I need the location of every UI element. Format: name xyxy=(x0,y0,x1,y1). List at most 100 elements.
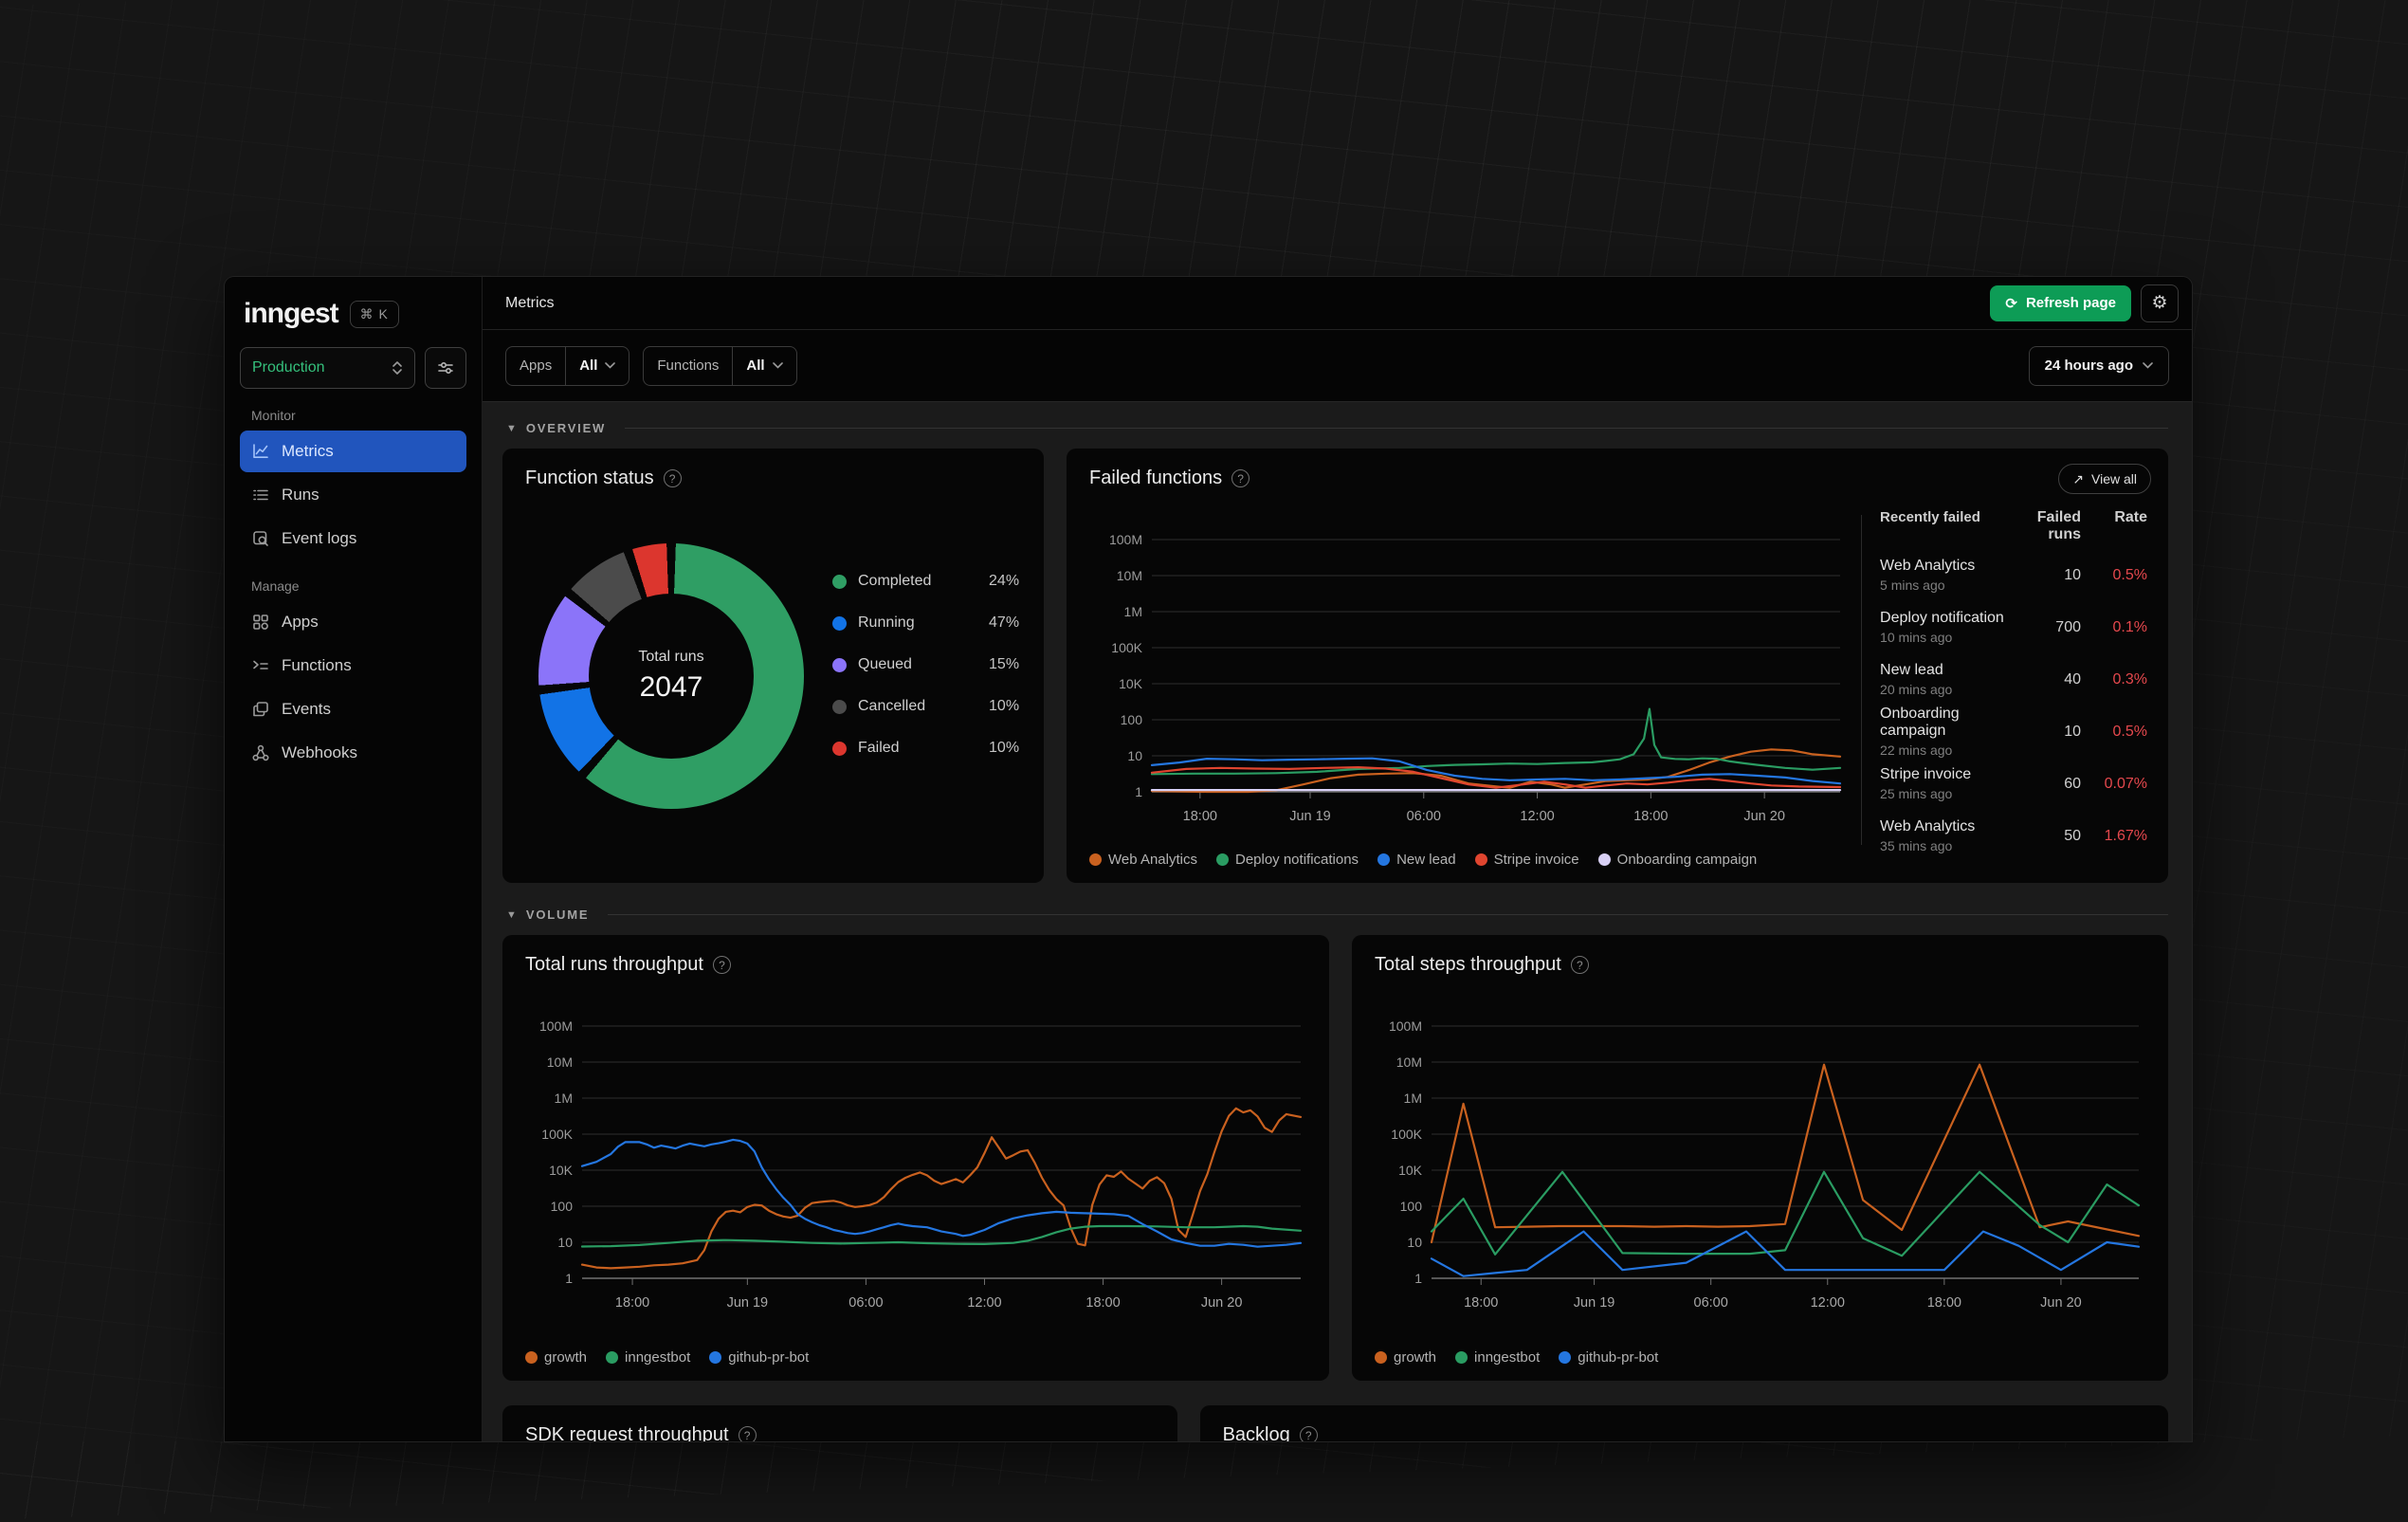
command-k-shortcut[interactable]: ⌘ K xyxy=(349,300,399,328)
failed-function-name: Web Analytics xyxy=(1880,558,1976,574)
sidebar-item-events[interactable]: Events xyxy=(240,688,466,730)
refresh-page-button[interactable]: ⟳ Refresh page xyxy=(1990,284,2131,321)
legend-dot xyxy=(832,699,847,714)
legend-label: github-pr-bot xyxy=(728,1349,810,1366)
failed-function-row[interactable]: Web Analytics 5 mins ago 10 0.5% xyxy=(1880,549,2147,601)
legend-label: Cancelled xyxy=(858,698,926,714)
failed-functions-title: Failed functions xyxy=(1089,468,1223,488)
arrow-up-right-icon: ↗ xyxy=(2072,470,2084,486)
failed-function-time: 25 mins ago xyxy=(1880,786,1953,801)
help-icon[interactable]: ? xyxy=(1299,1426,1318,1441)
backlog-title: Backlog xyxy=(1222,1424,1290,1441)
status-legend-item: Failed 10% xyxy=(832,727,1019,769)
functions-icon xyxy=(251,656,270,675)
svg-text:18:00: 18:00 xyxy=(1464,1295,1498,1311)
legend-label: growth xyxy=(1394,1349,1437,1366)
failed-rate-value: 0.5% xyxy=(2112,723,2147,740)
total-steps-chart: 100M 10M 1M 100K 10K 100 10 1 18:00 Jun 19 06:00 12… xyxy=(1365,1009,2152,1327)
sliders-icon xyxy=(438,362,453,375)
failed-function-row[interactable]: Stripe invoice 25 mins ago 60 0.07% xyxy=(1880,758,2147,810)
legend-dot xyxy=(709,1351,722,1364)
failed-function-row[interactable]: New lead 20 mins ago 40 0.3% xyxy=(1880,653,2147,706)
overview-section-header[interactable]: ▼ OVERVIEW xyxy=(506,421,2168,435)
failed-functions-card: Failed functions ? ↗ View all 100M 10M 1M 1… xyxy=(1067,449,2168,883)
section-divider xyxy=(608,914,2168,915)
environment-value: Production xyxy=(252,359,325,376)
failed-function-row[interactable]: Web Analytics 35 mins ago 50 1.67% xyxy=(1880,810,2147,862)
svg-text:Jun 20: Jun 20 xyxy=(1743,809,1785,824)
total-steps-title: Total steps throughput xyxy=(1375,954,1561,975)
environment-select[interactable]: Production xyxy=(240,347,415,389)
col-recently-failed: Recently failed xyxy=(1880,509,1980,525)
legend-percent: 10% xyxy=(989,740,1020,756)
donut-center-value: 2047 xyxy=(639,671,703,703)
chevron-down-icon xyxy=(772,362,783,369)
view-all-button[interactable]: ↗ View all xyxy=(2058,464,2151,494)
svg-text:10M: 10M xyxy=(547,1054,573,1070)
total-steps-throughput-card: Total steps throughput ? 100M 10M 1M 100K 10… xyxy=(1352,935,2168,1381)
sidebar-item-webhooks[interactable]: Webhooks xyxy=(240,732,466,774)
svg-text:1: 1 xyxy=(1414,1271,1422,1286)
main-area: Metrics ⟳ Refresh page ⚙ Apps All Functi… xyxy=(483,277,2192,1441)
svg-text:Jun 20: Jun 20 xyxy=(2040,1295,2082,1311)
failed-rate-value: 0.5% xyxy=(2112,566,2147,583)
total-runs-chart: 100M 10M 1M 100K 10K 100 10 1 18:00 Jun 19 06:00 12… xyxy=(516,1009,1314,1327)
sidebar-item-label: Events xyxy=(282,700,331,718)
chart-legend-item: New lead xyxy=(1377,852,1456,868)
svg-text:10: 10 xyxy=(557,1235,573,1250)
time-range-value: 24 hours ago xyxy=(2044,358,2133,374)
collapse-triangle-icon: ▼ xyxy=(506,908,517,921)
legend-dot xyxy=(1559,1351,1572,1364)
svg-text:10: 10 xyxy=(1127,748,1142,763)
sidebar-item-metrics[interactable]: Metrics xyxy=(240,431,466,472)
environment-filter-button[interactable] xyxy=(425,347,466,389)
failed-runs-value: 50 xyxy=(2064,827,2081,844)
help-icon[interactable]: ? xyxy=(712,956,731,974)
sidebar-item-runs[interactable]: Runs xyxy=(240,474,466,516)
time-range-select[interactable]: 24 hours ago xyxy=(2028,345,2169,386)
legend-label: Stripe invoice xyxy=(1493,852,1579,868)
svg-text:100K: 100K xyxy=(541,1127,573,1142)
svg-text:10M: 10M xyxy=(1117,568,1142,583)
recently-failed-rows: Web Analytics 5 mins ago 10 0.5% Deploy … xyxy=(1880,549,2147,862)
failed-rate-value: 1.67% xyxy=(2104,827,2147,844)
sidebar-item-event-logs[interactable]: Event logs xyxy=(240,518,466,559)
svg-text:06:00: 06:00 xyxy=(1407,809,1441,824)
failed-function-row[interactable]: Onboarding campaign 22 mins ago 10 0.5% xyxy=(1880,706,2147,758)
svg-text:Jun 19: Jun 19 xyxy=(1289,809,1331,824)
help-icon[interactable]: ? xyxy=(1570,956,1589,974)
help-icon[interactable]: ? xyxy=(1231,469,1250,487)
sidebar-item-apps[interactable]: Apps xyxy=(240,601,466,643)
legend-label: Web Analytics xyxy=(1108,852,1197,868)
backlog-card: Backlog ? xyxy=(1199,1405,2168,1441)
volume-section-header[interactable]: ▼ VOLUME xyxy=(506,908,2168,922)
svg-text:10M: 10M xyxy=(1396,1054,1422,1070)
settings-button[interactable]: ⚙ xyxy=(2141,284,2179,322)
svg-text:100: 100 xyxy=(551,1199,574,1214)
functions-filter[interactable]: Functions All xyxy=(643,345,797,386)
legend-dot xyxy=(1377,853,1391,866)
help-icon[interactable]: ? xyxy=(663,469,682,487)
chevron-down-icon xyxy=(2143,362,2153,369)
sidebar-item-functions[interactable]: Functions xyxy=(240,645,466,687)
vertical-divider xyxy=(1861,515,1863,845)
legend-dot xyxy=(1375,1351,1387,1364)
legend-dot xyxy=(525,1351,538,1364)
total-steps-legend: growth inngestbot github-pr-bot xyxy=(1375,1349,1658,1366)
failed-functions-linechart: 100M 10M 1M 100K 10K 100 10 1 18:00 Jun 19 06:00 12… xyxy=(1109,532,1842,824)
legend-label: Failed xyxy=(858,740,900,756)
legend-percent: 15% xyxy=(989,656,1020,672)
help-icon[interactable]: ? xyxy=(738,1426,757,1441)
page-title: Metrics xyxy=(505,294,555,311)
legend-label: growth xyxy=(544,1349,588,1366)
failed-function-row[interactable]: Deploy notification 10 mins ago 700 0.1% xyxy=(1880,601,2147,653)
chart-legend-item: Deploy notifications xyxy=(1215,852,1359,868)
functions-filter-value: All xyxy=(746,358,765,374)
svg-text:1: 1 xyxy=(1135,784,1142,799)
failed-function-name: Onboarding campaign xyxy=(1880,706,1960,739)
metrics-icon xyxy=(251,442,270,461)
sdk-request-throughput-card: SDK request throughput ? xyxy=(502,1405,1177,1441)
collapse-triangle-icon: ▼ xyxy=(506,422,517,434)
apps-filter[interactable]: Apps All xyxy=(505,345,630,386)
section-divider xyxy=(625,428,2168,429)
